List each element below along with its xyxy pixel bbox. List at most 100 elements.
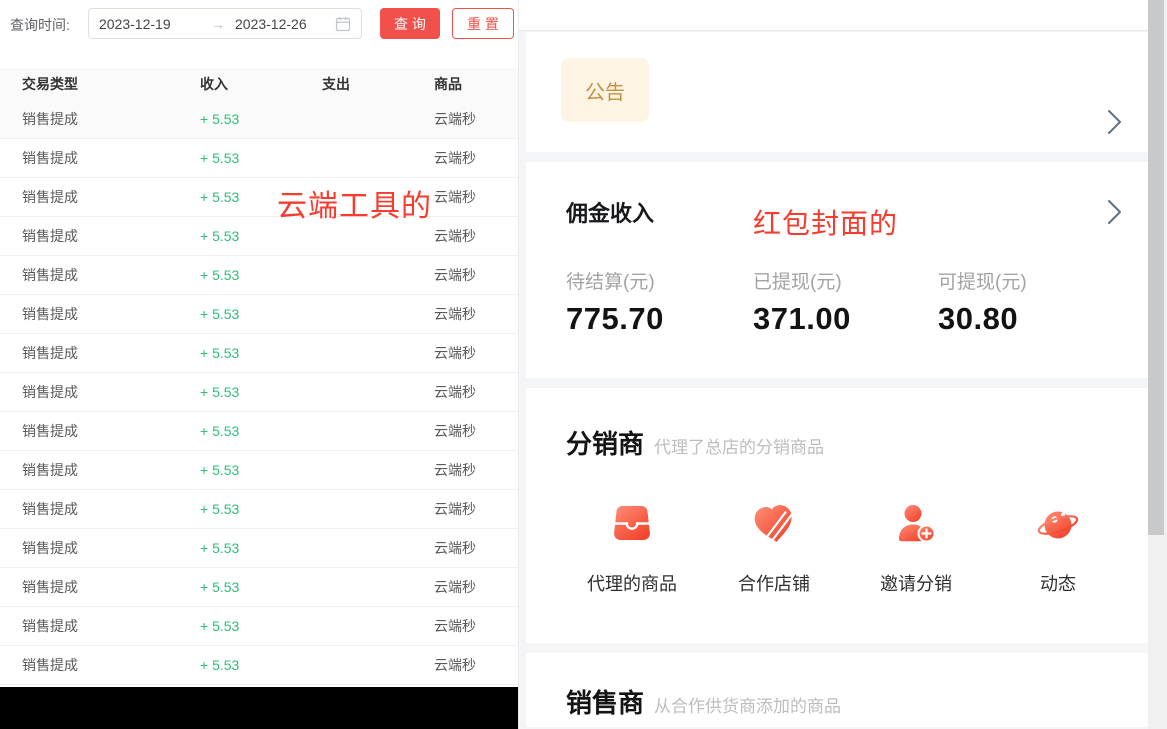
table-row: 销售提成 + 5.53 云端秒 [0,295,518,334]
transactions-table: 交易类型 收入 支出 商品 销售提成 + 5.53 云端秒 销售提成 + 5.5… [0,68,518,685]
distributor-section-head: 分销商 代理了总店的分销商品 [566,424,824,461]
scrollbar-track[interactable] [1148,0,1167,729]
stat-label: 待结算(元) [566,267,664,294]
seller-subtitle: 从合作供货商添加的商品 [654,692,841,717]
stat-value: 371.00 [753,301,851,337]
range-arrow-icon: → [201,16,235,32]
seller-section-head: 销售商 从合作供货商添加的商品 [566,683,841,720]
chevron-right-icon[interactable] [1106,108,1124,136]
stat-label: 已提现(元) [753,267,851,294]
table-row: 销售提成 + 5.53 云端秒 [0,334,518,373]
cell-transaction-type: 销售提成 [22,616,200,636]
distributor-item-label: 合作店铺 [703,570,845,596]
table-row: 销售提成 + 5.53 云端秒 [0,373,518,412]
query-bar: 查询时间: 2023-12-19 → 2023-12-26 查 询 重 置 [0,8,518,40]
distributor-item-label: 代理的商品 [561,570,703,596]
cell-product: 云端秒 [434,304,518,324]
cell-income: + 5.53 [200,423,322,439]
cell-transaction-type: 销售提成 [22,460,200,480]
date-range-picker[interactable]: 2023-12-19 → 2023-12-26 [88,8,362,39]
table-row: 销售提成 + 5.53 云端秒 [0,607,518,646]
distributor-item-agent-products[interactable]: 代理的商品 [561,500,703,596]
cell-income: + 5.53 [200,228,322,244]
table-row: 销售提成 + 5.53 云端秒 [0,490,518,529]
search-button[interactable]: 查 询 [380,8,440,39]
distributor-card: 分销商 代理了总店的分销商品 代理的商品 [526,388,1149,643]
calendar-icon [335,16,351,32]
cell-transaction-type: 销售提成 [22,499,200,519]
seller-card: 销售商 从合作供货商添加的商品 [526,653,1149,727]
cell-income: + 5.53 [200,462,322,478]
annotation-left-overlay: 云端工具的 [277,181,432,225]
cell-transaction-type: 销售提成 [22,265,200,285]
announcement-card[interactable]: 公告 [526,32,1149,152]
cell-transaction-type: 销售提成 [22,109,200,129]
distributor-item-partner-shops[interactable]: 合作店铺 [703,500,845,596]
seller-title: 销售商 [566,683,644,720]
cell-income: + 5.53 [200,267,322,283]
cell-product: 云端秒 [434,265,518,285]
column-header-type: 交易类型 [22,74,200,94]
stat-withdrawable: 可提现(元) 30.80 [938,267,1027,337]
stat-value: 30.80 [938,301,1027,337]
stat-label: 可提现(元) [938,267,1027,294]
cell-transaction-type: 销售提成 [22,187,200,207]
cell-product: 云端秒 [434,655,518,675]
cell-product: 云端秒 [434,148,518,168]
column-header-expense: 支出 [322,74,434,94]
cell-income: + 5.53 [200,150,322,166]
cell-transaction-type: 销售提成 [22,382,200,402]
announcement-badge: 公告 [561,58,649,122]
table-row: 销售提成 + 5.53 云端秒 [0,100,518,139]
table-row: 销售提成 + 5.53 云端秒 [0,217,518,256]
cell-income: + 5.53 [200,111,322,127]
distributor-item-label: 邀请分销 [845,570,987,596]
commission-card[interactable]: 佣金收入 红包封面的 待结算(元) 775.70 已提现(元) 371.00 可… [526,162,1149,378]
cell-income: + 5.53 [200,579,322,595]
cell-income: + 5.53 [200,384,322,400]
cell-product: 云端秒 [434,577,518,597]
cell-transaction-type: 销售提成 [22,226,200,246]
cell-product: 云端秒 [434,616,518,636]
reset-button[interactable]: 重 置 [452,8,514,39]
distributor-title: 分销商 [566,424,644,461]
stat-pending-settlement: 待结算(元) 775.70 [566,267,664,337]
distributor-item-invite[interactable]: 邀请分销 [845,500,987,596]
annotation-right-overlay: 红包封面的 [753,202,898,242]
heart-hand-icon [750,500,798,548]
preview-top-strip [519,0,1148,31]
cell-transaction-type: 销售提成 [22,148,200,168]
table-row: 销售提成 + 5.53 云端秒 [0,178,518,217]
stat-withdrawn: 已提现(元) 371.00 [753,267,851,337]
shop-preview-panel: 公告 佣金收入 红包封面的 待结算(元) 775.70 已提现(元) 371.0… [518,0,1148,729]
scrollbar-thumb[interactable] [1148,0,1164,535]
chevron-right-icon[interactable] [1106,198,1124,226]
planet-icon [1034,500,1082,548]
query-results-panel: 查询时间: 2023-12-19 → 2023-12-26 查 询 重 置 交易… [0,0,518,729]
cell-transaction-type: 销售提成 [22,304,200,324]
table-row: 销售提成 + 5.53 云端秒 [0,139,518,178]
person-plus-icon [892,500,940,548]
end-date-field[interactable]: 2023-12-26 [235,16,335,32]
cell-product: 云端秒 [434,187,518,207]
query-time-label: 查询时间: [10,15,70,35]
cell-transaction-type: 销售提成 [22,655,200,675]
commission-title: 佣金收入 [566,196,654,228]
cell-product: 云端秒 [434,421,518,441]
distributor-item-activity[interactable]: 动态 [987,500,1129,596]
cell-product: 云端秒 [434,109,518,129]
cell-income: + 5.53 [200,345,322,361]
cell-product: 云端秒 [434,382,518,402]
table-row: 销售提成 + 5.53 云端秒 [0,412,518,451]
table-header: 交易类型 收入 支出 商品 [0,68,518,100]
start-date-field[interactable]: 2023-12-19 [99,16,201,32]
cell-transaction-type: 销售提成 [22,538,200,558]
cell-product: 云端秒 [434,226,518,246]
cell-product: 云端秒 [434,499,518,519]
cell-income: + 5.53 [200,501,322,517]
table-body: 销售提成 + 5.53 云端秒 销售提成 + 5.53 云端秒 销售提成 + 5… [0,100,518,685]
distributor-subtitle: 代理了总店的分销商品 [654,433,824,458]
distributor-item-label: 动态 [987,570,1129,596]
cell-income: + 5.53 [200,657,322,673]
bottom-black-bar [0,687,518,729]
